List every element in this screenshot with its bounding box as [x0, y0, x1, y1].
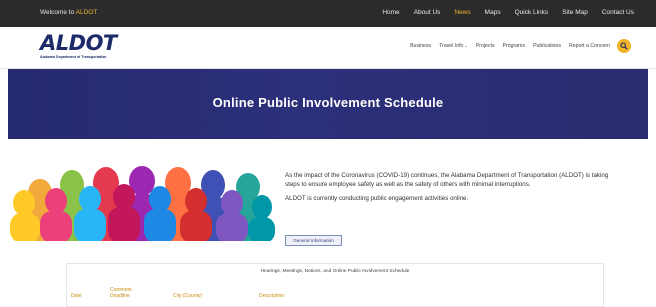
- chevron-down-icon: ⌄: [464, 43, 468, 48]
- welcome-prefix: Welcome to: [40, 9, 75, 16]
- toplink-home[interactable]: Home: [382, 9, 399, 16]
- general-information-button[interactable]: General Information: [285, 235, 342, 246]
- search-button[interactable]: [617, 39, 631, 53]
- logo-wordmark: ALDOT: [40, 31, 117, 55]
- toplink-news[interactable]: News: [454, 9, 470, 16]
- toplink-site-map[interactable]: Site Map: [562, 9, 588, 16]
- column-header-date: Date: [71, 293, 82, 299]
- logo-subtitle: Alabama Department of Transportation: [40, 55, 107, 59]
- diverse-people-silhouettes-illustration: [10, 166, 275, 241]
- covid-notice: As the impact of the Coronavirus (COVID-…: [285, 172, 615, 210]
- nav-travel-info[interactable]: Travel Info⌄: [439, 43, 468, 49]
- page-title: Online Public Involvement Schedule: [212, 95, 444, 110]
- main-nav: Business Travel Info⌄ Projects Programs …: [410, 43, 610, 49]
- table-header-row: Date Comment Deadline City (County) Desc…: [67, 284, 603, 307]
- nav-business[interactable]: Business: [410, 43, 431, 49]
- welcome-text: Welcome to ALDOT: [40, 9, 97, 16]
- nav-programs[interactable]: Programs: [503, 43, 526, 49]
- schedule-table: Hearings, Meetings, Notices, and Online …: [66, 263, 604, 307]
- toplink-quick-links[interactable]: Quick Links: [515, 9, 549, 16]
- toplink-about-us[interactable]: About Us: [414, 9, 441, 16]
- table-caption: Hearings, Meetings, Notices, and Online …: [260, 269, 410, 274]
- top-links: Home About Us News Maps Quick Links Site…: [382, 9, 634, 16]
- aldot-logo[interactable]: ALDOT Alabama Department of Transportati…: [40, 32, 130, 64]
- notice-paragraph-2: ALDOT is currently conducting public eng…: [285, 195, 469, 203]
- notice-paragraph-1: As the impact of the Coronavirus (COVID-…: [285, 172, 609, 188]
- toplink-contact-us[interactable]: Contact Us: [602, 9, 634, 16]
- column-header-description: Description: [259, 293, 285, 299]
- magnifier-icon: [620, 42, 628, 50]
- top-utility-bar: Welcome to ALDOT Home About Us News Maps…: [0, 0, 656, 27]
- nav-projects[interactable]: Projects: [476, 43, 495, 49]
- hero-banner: Online Public Involvement Schedule: [8, 69, 648, 139]
- toplink-maps[interactable]: Maps: [485, 9, 501, 16]
- nav-travel-info-label: Travel Info: [439, 43, 464, 49]
- column-header-city-county: City (County): [173, 293, 203, 299]
- site-header: ALDOT Alabama Department of Transportati…: [0, 27, 656, 69]
- welcome-brand-link[interactable]: ALDOT: [76, 9, 98, 16]
- nav-report-a-concern[interactable]: Report a Concern: [569, 43, 610, 49]
- column-header-comment-deadline: Comment Deadline: [110, 287, 132, 299]
- nav-publications[interactable]: Publications: [533, 43, 561, 49]
